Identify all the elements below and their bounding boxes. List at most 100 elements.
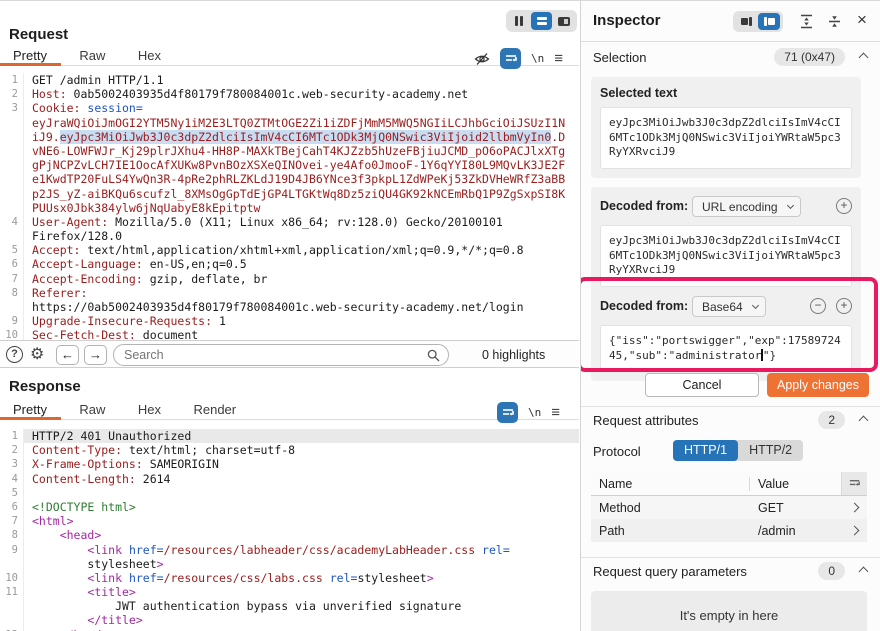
- tabs-layout-icon[interactable]: [553, 12, 575, 30]
- protocol-http1-button[interactable]: HTTP/1: [673, 440, 739, 461]
- line-number: 9: [0, 314, 24, 329]
- inspector-view-switcher: [733, 11, 783, 32]
- tab-response-pretty[interactable]: Pretty: [0, 400, 61, 420]
- protocol-row: Protocol HTTP/1 HTTP/2: [593, 440, 869, 462]
- code-text: HTTP/2 401 Unauthorized: [24, 429, 579, 444]
- add-decode-layer-icon[interactable]: +: [836, 198, 852, 214]
- collapse-all-icon[interactable]: [827, 14, 842, 29]
- tab-response-hex[interactable]: Hex: [124, 400, 175, 420]
- decoded-url-value[interactable]: eyJpc3MiOiJwb3J0c3dpZ2dlciIsImV4cCI 6MTc…: [600, 225, 852, 287]
- rows-layout-icon[interactable]: [530, 12, 553, 30]
- line-number: 10: [0, 328, 24, 340]
- line-number: 4: [0, 214, 24, 230]
- decoded-base64-value[interactable]: {"iss":"portswigger","exp":17589724 45,"…: [600, 325, 852, 372]
- chevron-up-icon[interactable]: [858, 52, 869, 63]
- line-number: 12: [0, 627, 24, 631]
- code-line: PUUsx0Jbk384ylw6jNqUabyE8kEpitptw: [0, 200, 579, 215]
- soft-wrap-icon[interactable]: [497, 402, 518, 423]
- editor-menu-icon[interactable]: ≡: [554, 51, 563, 66]
- decoded-from-label: Decoded from:: [600, 299, 689, 313]
- line-number: 7: [0, 514, 24, 529]
- code-text: Accept-Encoding: gzip, deflate, br: [32, 271, 268, 286]
- close-icon[interactable]: ×: [857, 10, 867, 30]
- add-decode-layer-icon[interactable]: +: [836, 298, 852, 314]
- selected-text-card: Selected text eyJpc3MiOiJwb3J0c3dpZ2dlci…: [591, 77, 861, 178]
- apply-changes-button[interactable]: Apply changes: [767, 373, 869, 397]
- newline-toggle-icon[interactable]: \n: [531, 52, 544, 65]
- line-number: 5: [0, 485, 24, 500]
- protocol-label: Protocol: [593, 444, 641, 459]
- request-editor[interactable]: 1 GET /admin HTTP/1.1 2 Host: 0ab5002403935…: [0, 67, 579, 340]
- attribute-name: Method: [599, 500, 641, 515]
- inspector-collapsed-view-icon[interactable]: [735, 13, 757, 30]
- query-parameters-badge: 0: [818, 562, 845, 580]
- search-input[interactable]: [124, 346, 414, 364]
- expand-all-icon[interactable]: [799, 14, 814, 29]
- soft-wrap-icon[interactable]: [500, 48, 521, 69]
- divider: [581, 406, 880, 407]
- code-text: Host: 0ab5002403935d4f80179f780084001c.w…: [32, 87, 469, 102]
- code-text: JWT authentication bypass via unverified…: [32, 599, 462, 614]
- selection-section-header[interactable]: Selection 71 (0x47): [593, 48, 869, 70]
- code-text: Firefox/128.0: [32, 229, 123, 244]
- tab-request-raw[interactable]: Raw: [65, 46, 119, 66]
- encoding-dropdown[interactable]: Base64: [692, 296, 766, 317]
- line-number: 11: [0, 585, 24, 600]
- line-number: 6: [0, 499, 24, 515]
- code-line: e1KwdTP20FuLS4YwQn3R-4pRe2phRLZKLdJ19D4J…: [0, 172, 579, 187]
- table-row[interactable]: Method GET: [591, 496, 867, 519]
- chevron-up-icon[interactable]: [858, 415, 869, 426]
- code-line: 11 <title>: [0, 585, 579, 600]
- tab-request-hex[interactable]: Hex: [124, 46, 175, 66]
- columns-layout-icon[interactable]: [508, 12, 530, 30]
- attribute-name: Path: [599, 523, 625, 538]
- code-line: eyJraWQiOiJmOGI2YTM5Ny1iM2E3LTQ0ZTMtOGE2…: [0, 115, 579, 130]
- inspector-expanded-view-icon[interactable]: [758, 13, 780, 30]
- code-text: </head>: [24, 628, 579, 631]
- attribute-value: /admin: [758, 523, 796, 538]
- chevron-down-icon: [751, 301, 759, 310]
- burp-repeater-window: Request Pretty Raw Hex \n ≡ 1 GET /admin …: [0, 0, 880, 631]
- tab-response-render[interactable]: Render: [179, 400, 250, 420]
- code-line: 4 User-Agent: Mozilla/5.0 (X11; Linux x86…: [0, 214, 579, 230]
- request-attributes-header[interactable]: Request attributes 2: [593, 411, 869, 433]
- code-line: vNE6-LOWFWJr_Kj29plrJXhu4-HH8P-MAXkTBejC…: [0, 143, 579, 159]
- response-editor[interactable]: 1 HTTP/2 401 Unauthorized 2 Content-Type: t…: [0, 422, 579, 631]
- query-parameters-header[interactable]: Request query parameters 0: [593, 562, 869, 584]
- inspector-title: Inspector: [593, 12, 661, 29]
- code-text: <title>: [87, 585, 136, 600]
- chevron-up-icon[interactable]: [858, 566, 869, 577]
- chevron-right-icon[interactable]: [841, 525, 867, 536]
- code-line: </title>: [0, 613, 579, 628]
- table-wrap-icon[interactable]: [841, 472, 867, 495]
- code-text: X-Frame-Options: SAMEORIGIN: [32, 457, 219, 472]
- code-line: 9 <link href=/resources/labheader/css/ac…: [0, 542, 579, 557]
- code-line: 12 </head>: [0, 627, 579, 631]
- protocol-http2-button[interactable]: HTTP/2: [738, 440, 803, 461]
- hide-eye-icon[interactable]: [474, 51, 490, 67]
- tab-response-raw[interactable]: Raw: [65, 400, 119, 420]
- line-number: [0, 115, 24, 130]
- line-number: 2: [0, 87, 24, 102]
- code-text: <head>: [59, 528, 102, 543]
- encoding-dropdown-value: Base64: [702, 300, 743, 314]
- encoding-dropdown[interactable]: URL encoding: [692, 196, 801, 217]
- selected-text-value[interactable]: eyJpc3MiOiJwb3J0c3dpZ2dlciIsImV4cCI 6MTc…: [600, 107, 852, 169]
- back-button[interactable]: ←: [56, 345, 79, 365]
- tab-request-pretty[interactable]: Pretty: [0, 46, 61, 66]
- forward-button[interactable]: →: [84, 345, 107, 365]
- code-text: Accept-Language: en-US,en;q=0.5: [32, 257, 247, 272]
- line-number: 6: [0, 257, 24, 272]
- remove-decode-layer-icon[interactable]: −: [810, 298, 826, 314]
- help-icon[interactable]: ?: [6, 346, 23, 363]
- table-row[interactable]: Path /admin: [591, 519, 867, 542]
- line-number: 7: [0, 271, 24, 286]
- cancel-button[interactable]: Cancel: [645, 373, 759, 397]
- line-number: 3: [0, 457, 24, 472]
- code-text: <html>: [32, 514, 74, 529]
- search-icon: [427, 349, 440, 362]
- newline-toggle-icon[interactable]: \n: [528, 406, 541, 419]
- editor-menu-icon[interactable]: ≡: [551, 405, 560, 420]
- chevron-right-icon[interactable]: [841, 502, 867, 513]
- settings-gear-icon[interactable]: ⚙: [30, 344, 44, 364]
